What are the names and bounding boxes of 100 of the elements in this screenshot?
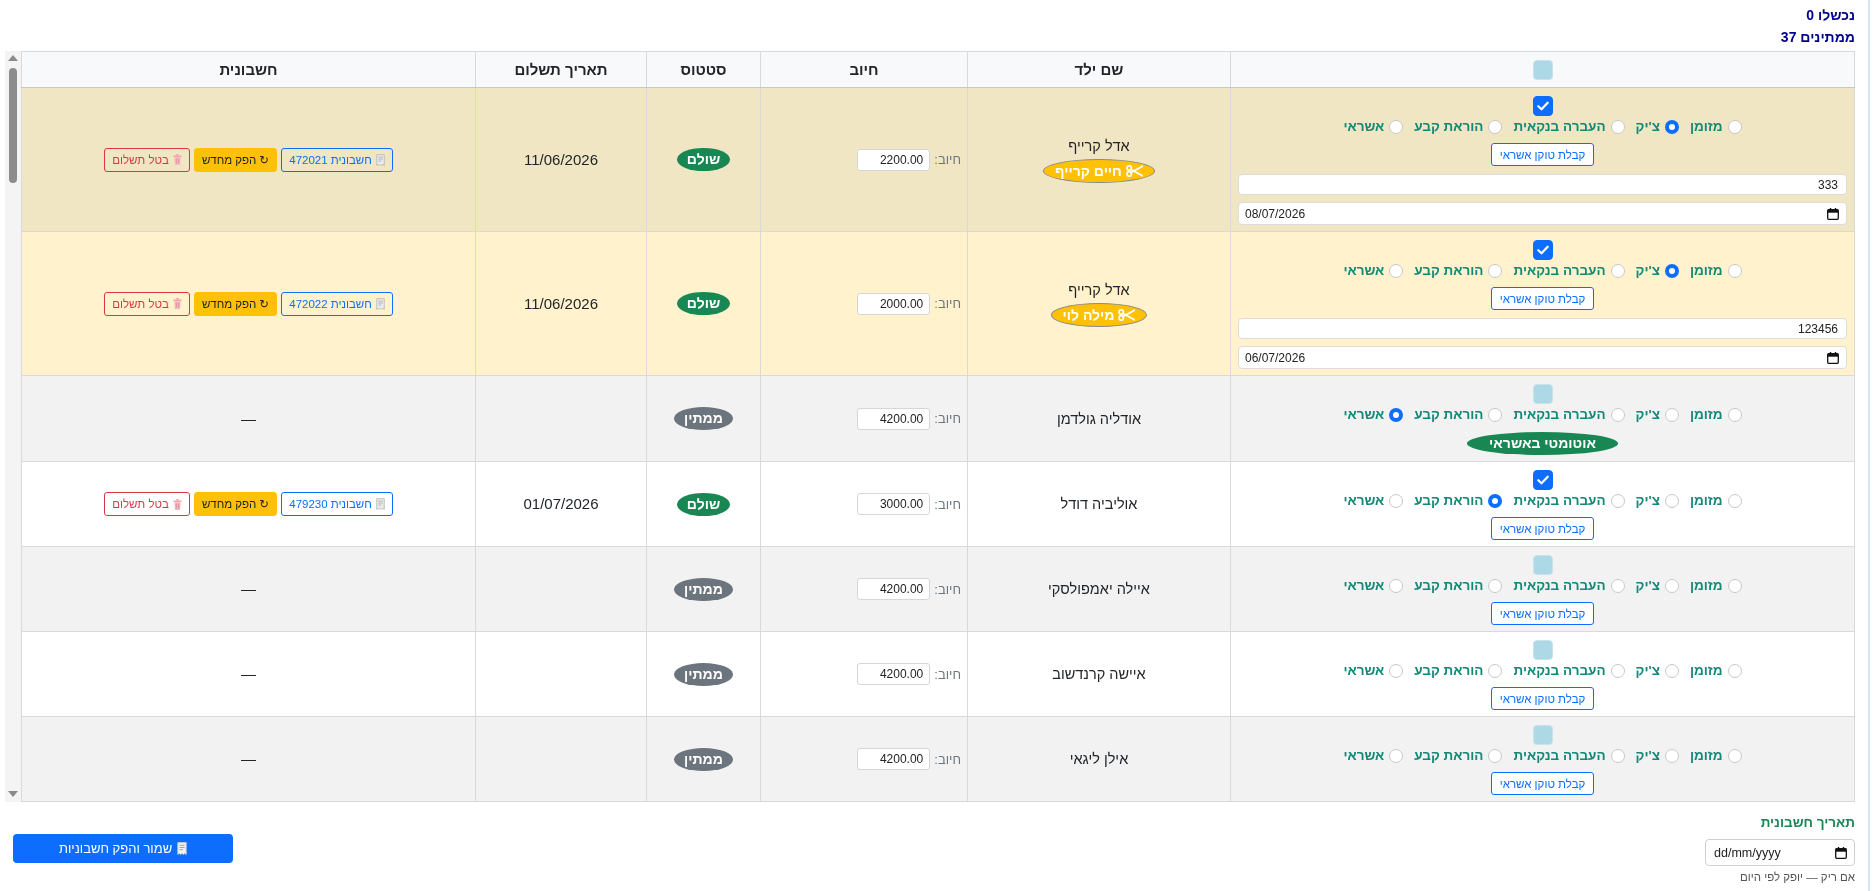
scroll-down-icon[interactable]	[8, 791, 18, 797]
credit-token-button[interactable]: קבלת טוקן אשראי	[1490, 287, 1595, 310]
select-all-checkbox[interactable]	[1532, 59, 1553, 80]
payment-method-label[interactable]: מזומן	[1689, 493, 1723, 509]
radio-button[interactable]	[1488, 120, 1503, 134]
payment-method-label[interactable]: מזומן	[1689, 578, 1723, 594]
payment-method-label[interactable]: הוראת קבע	[1414, 748, 1484, 764]
payment-method-label[interactable]: צ'יק	[1635, 748, 1660, 764]
radio-button[interactable]	[1488, 579, 1503, 593]
payment-method-label[interactable]: מזומן	[1689, 407, 1723, 423]
payment-method-label[interactable]: אשראי	[1343, 748, 1385, 764]
amount-input[interactable]: 4200.00	[857, 748, 931, 770]
date-field[interactable]: 08/07/2026	[1238, 202, 1847, 225]
payment-method-label[interactable]: מזומן	[1689, 119, 1723, 135]
radio-button[interactable]	[1664, 408, 1679, 422]
payment-method-label[interactable]: מזומן	[1689, 263, 1723, 279]
payment-method-label[interactable]: הוראת קבע	[1414, 663, 1484, 679]
reissue-button[interactable]: ↻ הפק מחדש	[193, 492, 278, 516]
scroll-up-icon[interactable]	[8, 55, 18, 61]
amount-input[interactable]: 3000.00	[857, 493, 931, 515]
row-checkbox[interactable]	[1532, 240, 1553, 260]
credit-token-button[interactable]: קבלת טוקן אשראי	[1490, 517, 1595, 540]
amount-input[interactable]: 2000.00	[857, 292, 931, 315]
radio-button[interactable]	[1610, 749, 1625, 763]
cancel-payment-button[interactable]: בטל תשלום	[104, 291, 190, 316]
radio-button[interactable]	[1389, 408, 1404, 422]
scrollbar-thumb[interactable]	[9, 68, 17, 183]
invoice-date-field[interactable]: dd/mm/yyyy	[1705, 839, 1855, 866]
credit-token-button[interactable]: קבלת טוקן אשראי	[1490, 772, 1595, 795]
radio-button[interactable]	[1488, 264, 1503, 278]
payment-method-label[interactable]: העברה בנקאית	[1513, 407, 1606, 423]
radio-button[interactable]	[1610, 120, 1625, 134]
payment-method-label[interactable]: העברה בנקאית	[1513, 748, 1606, 764]
amount-input[interactable]: 4200.00	[857, 578, 931, 600]
payment-method-label[interactable]: צ'יק	[1635, 663, 1660, 679]
reference-input[interactable]: 123456	[1238, 318, 1847, 339]
credit-token-button[interactable]: קבלת טוקן אשראי	[1490, 602, 1595, 625]
payment-method-label[interactable]: העברה בנקאית	[1513, 119, 1606, 135]
radio-button[interactable]	[1664, 664, 1679, 678]
cancel-payment-button[interactable]: בטל תשלום	[104, 147, 190, 172]
invoice-button[interactable]: חשבונית 479230	[281, 492, 393, 516]
payment-method-label[interactable]: הוראת קבע	[1414, 119, 1484, 135]
radio-button[interactable]	[1389, 749, 1404, 763]
payment-method-label[interactable]: צ'יק	[1635, 119, 1660, 135]
radio-button[interactable]	[1389, 264, 1404, 278]
invoice-button[interactable]: חשבונית 472021	[281, 147, 393, 172]
radio-button[interactable]	[1727, 264, 1742, 278]
credit-token-button[interactable]: קבלת טוקן אשראי	[1490, 687, 1595, 710]
radio-button[interactable]	[1610, 408, 1625, 422]
payment-method-label[interactable]: צ'יק	[1635, 493, 1660, 509]
payment-method-label[interactable]: אשראי	[1343, 119, 1385, 135]
radio-button[interactable]	[1727, 579, 1742, 593]
payment-method-label[interactable]: העברה בנקאית	[1513, 578, 1606, 594]
radio-button[interactable]	[1389, 664, 1404, 678]
amount-input[interactable]: 4200.00	[857, 663, 931, 685]
radio-button[interactable]	[1664, 264, 1679, 278]
radio-button[interactable]	[1727, 408, 1742, 422]
radio-button[interactable]	[1610, 579, 1625, 593]
radio-button[interactable]	[1389, 120, 1404, 134]
payment-method-label[interactable]: אשראי	[1343, 263, 1385, 279]
payment-method-label[interactable]: הוראת קבע	[1414, 407, 1484, 423]
radio-button[interactable]	[1664, 494, 1679, 508]
credit-token-button[interactable]: קבלת טוקן אשראי	[1490, 143, 1595, 166]
reference-input[interactable]: 333	[1238, 174, 1847, 195]
radio-button[interactable]	[1727, 664, 1742, 678]
row-checkbox[interactable]	[1532, 470, 1553, 490]
radio-button[interactable]	[1727, 494, 1742, 508]
radio-button[interactable]	[1727, 749, 1742, 763]
payment-method-label[interactable]: אשראי	[1343, 493, 1385, 509]
payment-method-label[interactable]: הוראת קבע	[1414, 578, 1484, 594]
save-invoices-button[interactable]: שמור והפק חשבוניות	[13, 834, 234, 863]
reissue-button[interactable]: ↻ הפק מחדש	[193, 147, 278, 172]
reissue-button[interactable]: ↻ הפק מחדש	[193, 291, 278, 316]
payment-method-label[interactable]: אשראי	[1343, 407, 1385, 423]
payment-method-label[interactable]: הוראת קבע	[1414, 493, 1484, 509]
payment-method-label[interactable]: העברה בנקאית	[1513, 663, 1606, 679]
radio-button[interactable]	[1488, 749, 1503, 763]
radio-button[interactable]	[1664, 579, 1679, 593]
radio-button[interactable]	[1664, 749, 1679, 763]
radio-button[interactable]	[1389, 494, 1404, 508]
radio-button[interactable]	[1610, 664, 1625, 678]
calendar-icon[interactable]	[1835, 846, 1847, 859]
calendar-icon[interactable]	[1827, 207, 1839, 220]
radio-button[interactable]	[1664, 120, 1679, 134]
radio-button[interactable]	[1488, 408, 1503, 422]
payment-method-label[interactable]: צ'יק	[1635, 407, 1660, 423]
radio-button[interactable]	[1610, 264, 1625, 278]
radio-button[interactable]	[1488, 494, 1503, 508]
payment-method-label[interactable]: העברה בנקאית	[1513, 493, 1606, 509]
invoice-button[interactable]: חשבונית 472022	[281, 291, 393, 316]
payment-method-label[interactable]: צ'יק	[1635, 263, 1660, 279]
payment-method-label[interactable]: העברה בנקאית	[1513, 263, 1606, 279]
payment-method-label[interactable]: אשראי	[1343, 663, 1385, 679]
amount-input[interactable]: 4200.00	[857, 407, 931, 430]
payment-method-label[interactable]: מזומן	[1689, 748, 1723, 764]
radio-button[interactable]	[1727, 120, 1742, 134]
date-field[interactable]: 06/07/2026	[1238, 346, 1847, 369]
radio-button[interactable]	[1488, 664, 1503, 678]
payment-method-label[interactable]: אשראי	[1343, 578, 1385, 594]
amount-input[interactable]: 2200.00	[857, 148, 931, 171]
